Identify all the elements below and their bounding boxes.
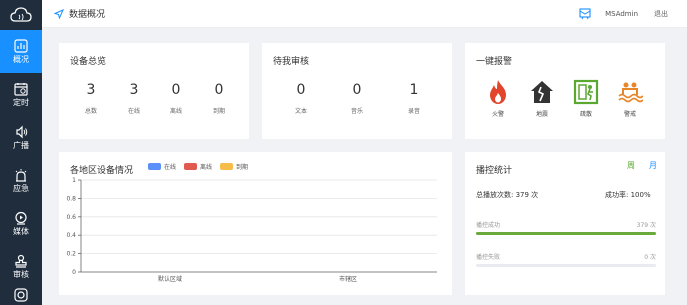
- device-overview-card: 设备总览 3 总数 3 在线 0 离线 0 到期: [59, 43, 249, 139]
- alarm-card: 一键报警 火警 地震 疏散 警戒: [465, 43, 665, 139]
- card-title: 一键报警: [476, 57, 513, 67]
- legend-label: 在线: [164, 164, 177, 171]
- stat-offline[interactable]: 0 离线: [161, 83, 191, 115]
- fire-icon: [490, 80, 506, 104]
- y-tick-label: 0.8: [66, 195, 76, 202]
- card-title: 待我审核: [273, 57, 310, 67]
- stat-value: 0: [214, 82, 224, 98]
- bar-chart: 0 0.2 0.4 0.6 0.8 1 默认区域 市辖区: [66, 177, 437, 283]
- media-icon: [15, 211, 27, 225]
- tab-month[interactable]: 月: [649, 160, 657, 171]
- sidebar-item-label: 广播: [13, 141, 29, 150]
- legend-swatch: [184, 163, 198, 170]
- alarm-evacuate-button[interactable]: 疏散: [571, 79, 601, 118]
- success-rate: 成功率: 100%: [605, 191, 651, 199]
- sidebar-item-emergency[interactable]: 应急: [0, 159, 42, 202]
- y-tick-label: 0.6: [66, 214, 76, 221]
- y-tick-label: 1: [72, 177, 76, 184]
- stat-label: 录音: [407, 108, 420, 115]
- broadcast-icon: [16, 125, 28, 139]
- overview-icon: [14, 39, 28, 53]
- failure-label: 播控失败: [476, 254, 501, 261]
- pending-review-card: 待我审核 0 文本 0 音乐 1 录音: [262, 43, 452, 139]
- legend-item-offline[interactable]: 离线: [184, 162, 212, 171]
- card-title: 播控统计: [476, 166, 513, 176]
- stat-value: 3: [86, 82, 96, 98]
- failure-progress: [476, 264, 656, 267]
- username[interactable]: MSAdmin: [605, 10, 638, 18]
- emergency-icon: [15, 169, 27, 182]
- stat-value: 0: [171, 82, 181, 98]
- success-progress-fill: [476, 232, 656, 235]
- stat-music[interactable]: 0 音乐: [342, 83, 372, 115]
- sidebar-item-more[interactable]: [0, 288, 42, 305]
- alarm-fire-button[interactable]: 火警: [483, 79, 513, 118]
- sidebar-item-label: 概况: [13, 55, 29, 64]
- sidebar-item-label: 媒体: [13, 227, 29, 236]
- success-label: 播控成功: [476, 222, 501, 229]
- stat-label: 在线: [127, 108, 140, 115]
- y-tick-label: 0.2: [66, 251, 76, 258]
- sidebar-item-label: 应急: [13, 184, 29, 193]
- stat-expired[interactable]: 0 到期: [204, 83, 234, 115]
- alarm-label: 地震: [535, 111, 548, 118]
- legend-swatch: [148, 163, 161, 170]
- legend-label: 离线: [200, 164, 213, 171]
- breadcrumb: 数据概况: [69, 10, 106, 20]
- x-tick-label: 市辖区: [339, 275, 357, 283]
- alarm-flood-button[interactable]: 警戒: [615, 79, 645, 118]
- stat-label: 音乐: [350, 108, 363, 115]
- failure-value: 0 次: [644, 254, 656, 261]
- legend-label: 到期: [236, 164, 249, 171]
- stat-value: 1: [409, 82, 419, 98]
- success-value: 379 次: [636, 222, 656, 229]
- alarm-label: 警戒: [623, 111, 636, 118]
- alarm-label: 疏散: [579, 111, 592, 118]
- legend-swatch: [220, 163, 234, 170]
- stat-label: 总数: [84, 108, 97, 115]
- card-title: 设备总览: [70, 57, 107, 67]
- navigation-arrow-icon: [54, 8, 64, 19]
- evacuate-icon: [573, 79, 599, 105]
- sidebar-item-broadcast[interactable]: 广播: [0, 116, 42, 159]
- sidebar-item-overview[interactable]: 概况: [0, 30, 42, 73]
- stat-total[interactable]: 3 总数: [76, 83, 106, 115]
- stat-text[interactable]: 0 文本: [286, 83, 316, 115]
- alarm-earthquake-button[interactable]: 地震: [527, 79, 557, 118]
- stat-label: 文本: [294, 108, 307, 115]
- message-icon[interactable]: [579, 7, 591, 20]
- sidebar-item-review[interactable]: 审核: [0, 245, 42, 288]
- sidebar: 概况 定时 广播 应急 媒体 审核: [0, 0, 42, 305]
- flood-icon: [618, 82, 643, 103]
- settings-icon: [14, 288, 28, 302]
- tab-week[interactable]: 周: [627, 160, 635, 171]
- top-header: 数据概况 MSAdmin 退出: [42, 0, 687, 28]
- review-icon: [15, 254, 27, 268]
- legend-item-online[interactable]: 在线: [148, 162, 176, 171]
- schedule-icon: [14, 83, 28, 96]
- x-tick-label: 默认区域: [158, 275, 182, 283]
- y-tick-label: 0: [72, 269, 76, 276]
- stat-value: 3: [129, 82, 139, 98]
- sidebar-item-media[interactable]: 媒体: [0, 202, 42, 245]
- stat-value: 0: [352, 82, 362, 98]
- legend-item-expired[interactable]: 到期: [220, 162, 248, 171]
- alarm-label: 火警: [491, 111, 504, 118]
- stat-recording[interactable]: 1 录音: [399, 83, 429, 115]
- total-plays: 总播放次数: 379 次: [476, 191, 539, 199]
- stat-label: 到期: [212, 108, 225, 115]
- chart-legend: 在线 离线 到期: [148, 162, 256, 171]
- success-progress: [476, 232, 656, 235]
- sidebar-item-label: 审核: [13, 270, 29, 279]
- earthquake-icon: [531, 81, 553, 103]
- stat-value: 0: [296, 82, 306, 98]
- stat-online[interactable]: 3 在线: [119, 83, 149, 115]
- stat-label: 离线: [169, 108, 182, 115]
- y-tick-label: 0.4: [66, 232, 76, 239]
- sidebar-item-label: 定时: [13, 98, 29, 107]
- logout-link[interactable]: 退出: [654, 9, 668, 19]
- broadcast-stats-card: 播控统计 周 月 总播放次数: 379 次 成功率: 100% 播控成功 379…: [465, 152, 665, 295]
- cloud-logo-icon: [0, 0, 42, 30]
- sidebar-item-schedule[interactable]: 定时: [0, 73, 42, 116]
